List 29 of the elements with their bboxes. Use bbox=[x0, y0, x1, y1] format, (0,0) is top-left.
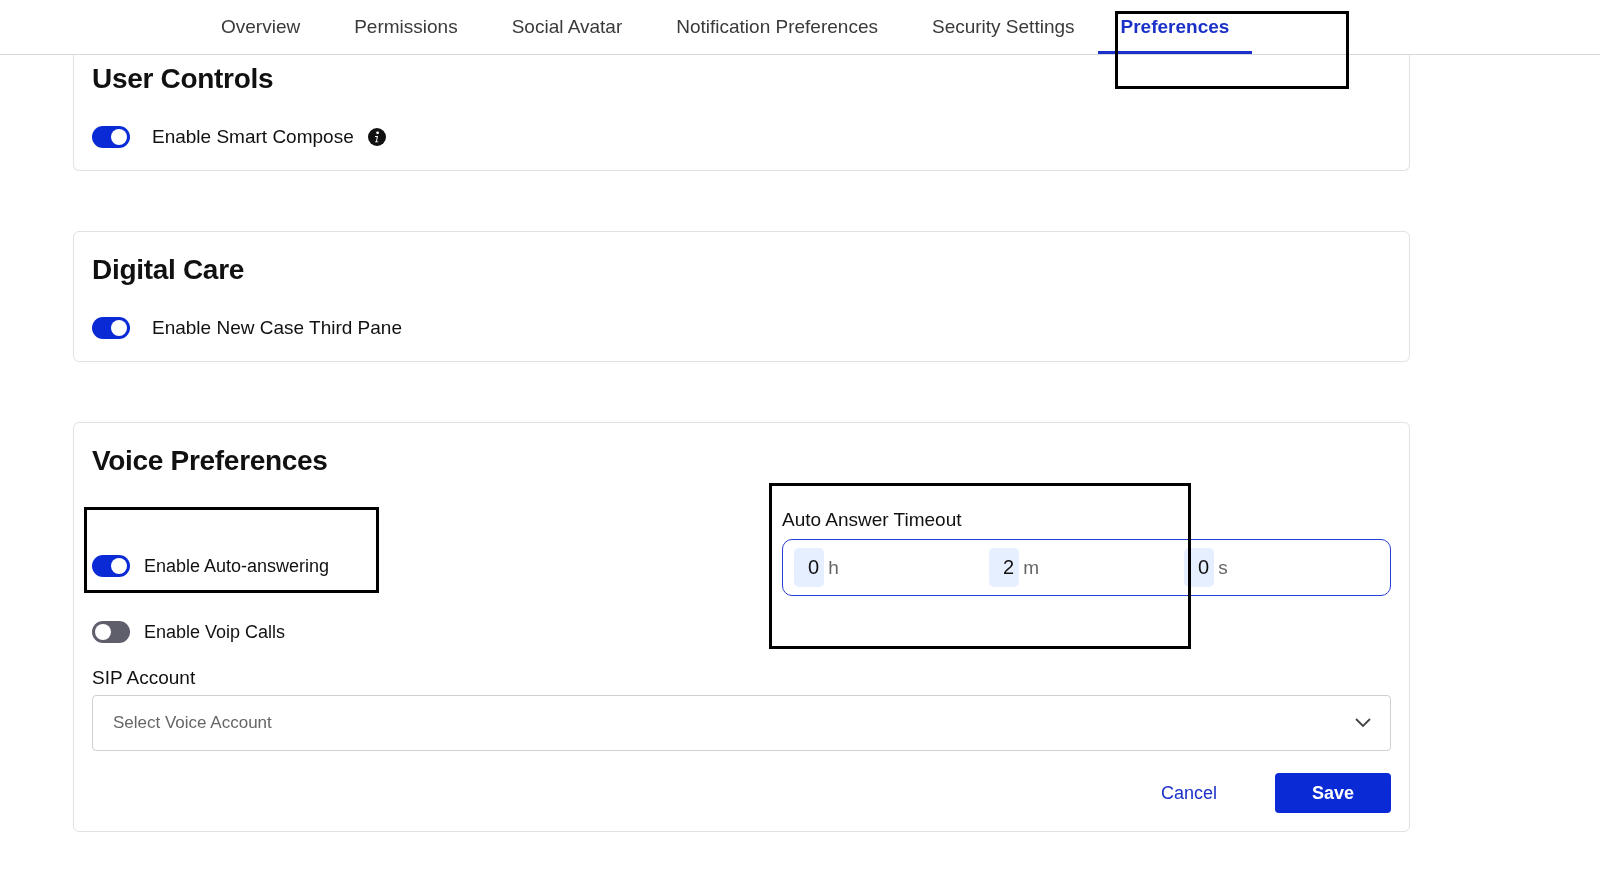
tab[interactable]: Preferences bbox=[1097, 0, 1253, 54]
tab[interactable]: Permissions bbox=[327, 0, 485, 54]
account-dropdown[interactable]: Select Voice Account bbox=[92, 695, 1391, 751]
time-unit: h bbox=[828, 556, 839, 579]
toggle-switch[interactable] bbox=[92, 126, 130, 148]
toggle-switch[interactable] bbox=[92, 555, 130, 577]
toggle-switch[interactable] bbox=[92, 317, 130, 339]
chevron-down-icon bbox=[1354, 717, 1372, 729]
timeout-field[interactable]: 0 h 2 m 0 s bbox=[782, 539, 1391, 596]
toggle-switch[interactable] bbox=[92, 621, 130, 643]
time-unit: m bbox=[1023, 556, 1039, 579]
tab[interactable]: Social Avatar bbox=[484, 0, 650, 54]
section-title: User Controls bbox=[92, 63, 275, 95]
tab[interactable]: Overview bbox=[194, 0, 328, 54]
toggle-label: Enable Voip Calls bbox=[144, 621, 286, 643]
field-label: SIP Account bbox=[92, 667, 197, 689]
time-value[interactable]: 2 bbox=[989, 548, 1020, 587]
section-title: Voice Preferences bbox=[92, 445, 329, 477]
field-label: Auto Answer Timeout bbox=[782, 509, 963, 531]
tab[interactable]: Notification Preferences bbox=[649, 0, 905, 54]
toggle-label: Enable Auto-answering bbox=[144, 555, 330, 577]
toggle-label: Enable New Case Third Pane bbox=[152, 317, 402, 339]
time-unit: s bbox=[1218, 556, 1228, 579]
toggle-label: Enable Smart Compose bbox=[152, 126, 354, 148]
section-title: Digital Care bbox=[92, 254, 245, 286]
save-button[interactable]: Save bbox=[1275, 773, 1391, 813]
info-icon[interactable] bbox=[367, 128, 386, 146]
time-value[interactable]: 0 bbox=[794, 548, 825, 587]
cancel-button[interactable]: Cancel bbox=[1154, 781, 1223, 805]
